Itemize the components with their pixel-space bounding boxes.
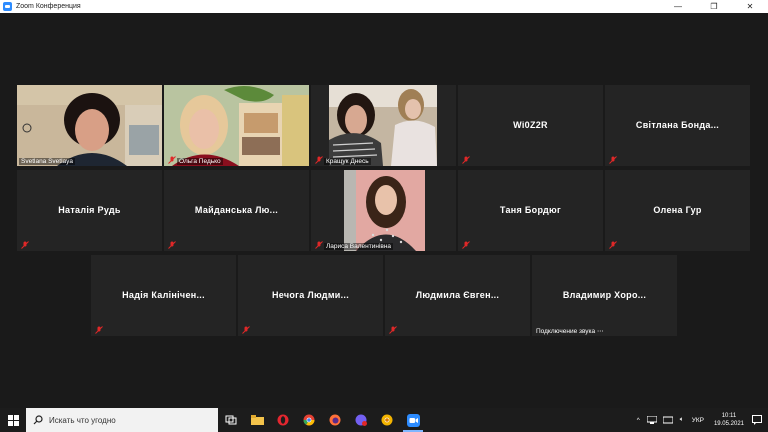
video-tile-svetlana[interactable]: Svetlana Svetlaya — [17, 85, 162, 166]
participant-video — [311, 170, 456, 251]
taskbar-search-box[interactable]: Искать что угодно — [26, 408, 218, 432]
taskbar-opera[interactable] — [270, 408, 296, 432]
minimize-button[interactable]: — — [660, 0, 696, 13]
window-controls: — ❐ ✕ — [660, 0, 768, 13]
taskbar-viber[interactable] — [348, 408, 374, 432]
taskbar-chrome-canary[interactable] — [374, 408, 400, 432]
video-tile-liudmyla[interactable]: Людмила Євген... — [385, 255, 530, 336]
participant-label: Кращук Днесь — [324, 158, 371, 165]
participant-video — [311, 85, 456, 166]
maximize-button[interactable]: ❐ — [696, 0, 732, 13]
tray-chevron-up-icon[interactable]: ^ — [637, 417, 640, 424]
close-button[interactable]: ✕ — [732, 0, 768, 13]
system-clock[interactable]: 10:11 19.05.2021 — [714, 412, 744, 428]
muted-mic-icon — [95, 326, 103, 334]
muted-mic-icon — [168, 241, 176, 249]
video-tile-nechoga[interactable]: Нечога Людми... — [238, 255, 383, 336]
connecting-audio-status: Подключение звука ⋯ — [536, 328, 604, 335]
muted-mic-icon — [462, 156, 470, 164]
video-tile-svitlana[interactable]: Світлана Бонда... — [605, 85, 750, 166]
viber-icon — [355, 414, 367, 426]
network-icon[interactable] — [646, 416, 657, 424]
participant-label: Лариса Валентинівна — [324, 243, 394, 250]
muted-mic-icon — [168, 156, 176, 164]
meeting-tray-icon[interactable] — [662, 416, 673, 424]
windows-logo-icon — [7, 414, 19, 426]
participant-video — [17, 85, 162, 166]
chrome-canary-icon — [381, 414, 393, 426]
video-tile-maidanska[interactable]: Майданська Лю... — [164, 170, 309, 251]
taskbar-firefox[interactable] — [322, 408, 348, 432]
taskbar-chrome[interactable] — [296, 408, 322, 432]
title-bar: Zoom Конференция — ❐ ✕ — [0, 0, 768, 13]
taskbar-file-explorer[interactable] — [244, 408, 270, 432]
volume-icon[interactable]: 🔈︎ — [680, 416, 684, 424]
participant-label: Svetlana Svetlaya — [19, 158, 76, 165]
video-tile-nataliia[interactable]: Наталія Рудь — [17, 170, 162, 251]
video-tile-nadiia[interactable]: Надія Калінічен... — [91, 255, 236, 336]
muted-mic-icon — [315, 156, 323, 164]
search-placeholder: Искать что угодно — [49, 415, 116, 425]
participant-name: Наталія Рудь — [58, 205, 121, 215]
system-tray: ^ 🔈︎ УКР 10:11 19.05.2021 — [633, 408, 768, 432]
participant-name: Світлана Бонда... — [635, 120, 720, 130]
window-title: Zoom Конференция — [16, 3, 81, 10]
participant-label: Ольга Педько — [177, 158, 223, 165]
participant-name: Владимир Хоро... — [562, 290, 647, 300]
gallery-view: Svetlana Svetlaya Ольга Педько Кращук Дн… — [0, 13, 768, 408]
video-tile-olena[interactable]: Олена Гур — [605, 170, 750, 251]
firefox-icon — [329, 414, 341, 426]
video-tile-vladimir[interactable]: Владимир Хоро... Подключение звука ⋯ — [532, 255, 677, 336]
video-tile-krashuk[interactable]: Кращук Днесь — [311, 85, 456, 166]
participant-name: Таня Бордюг — [499, 205, 562, 215]
language-indicator[interactable]: УКР — [692, 417, 704, 424]
muted-mic-icon — [609, 241, 617, 249]
notification-icon[interactable] — [752, 415, 762, 425]
taskbar-zoom[interactable] — [400, 408, 426, 432]
participant-video — [164, 85, 309, 166]
participant-name: Майданська Лю... — [194, 205, 279, 215]
muted-mic-icon — [21, 241, 29, 249]
chrome-icon — [303, 414, 315, 426]
participant-name: Надія Калінічен... — [122, 290, 205, 300]
search-icon — [33, 415, 43, 425]
participant-name: Олена Гур — [653, 205, 702, 215]
muted-mic-icon — [609, 156, 617, 164]
video-tile-larysa[interactable]: Лариса Валентинівна — [311, 170, 456, 251]
muted-mic-icon — [389, 326, 397, 334]
clock-date: 19.05.2021 — [713, 421, 744, 427]
folder-icon — [250, 415, 264, 425]
video-tile-tania[interactable]: Таня Бордюг — [458, 170, 603, 251]
participant-name: Wi0Z2R — [513, 120, 548, 130]
video-tile-olga[interactable]: Ольга Педько — [164, 85, 309, 166]
participant-name: Нечога Людми... — [271, 290, 350, 300]
start-button[interactable] — [0, 408, 26, 432]
clock-time: 10:11 — [721, 413, 737, 419]
muted-mic-icon — [242, 326, 250, 334]
opera-icon — [277, 414, 289, 426]
windows-taskbar: Искать что угодно ^ 🔈︎ УКР 10:11 19.05.2… — [0, 408, 768, 432]
muted-mic-icon — [315, 241, 323, 249]
participant-name: Людмила Євген... — [415, 290, 500, 300]
zoom-app-icon — [3, 2, 12, 11]
zoom-icon — [406, 413, 420, 427]
task-view-icon — [225, 415, 237, 425]
muted-mic-icon — [462, 241, 470, 249]
video-tile-wi0z2r[interactable]: Wi0Z2R — [458, 85, 603, 166]
task-view-button[interactable] — [218, 408, 244, 432]
